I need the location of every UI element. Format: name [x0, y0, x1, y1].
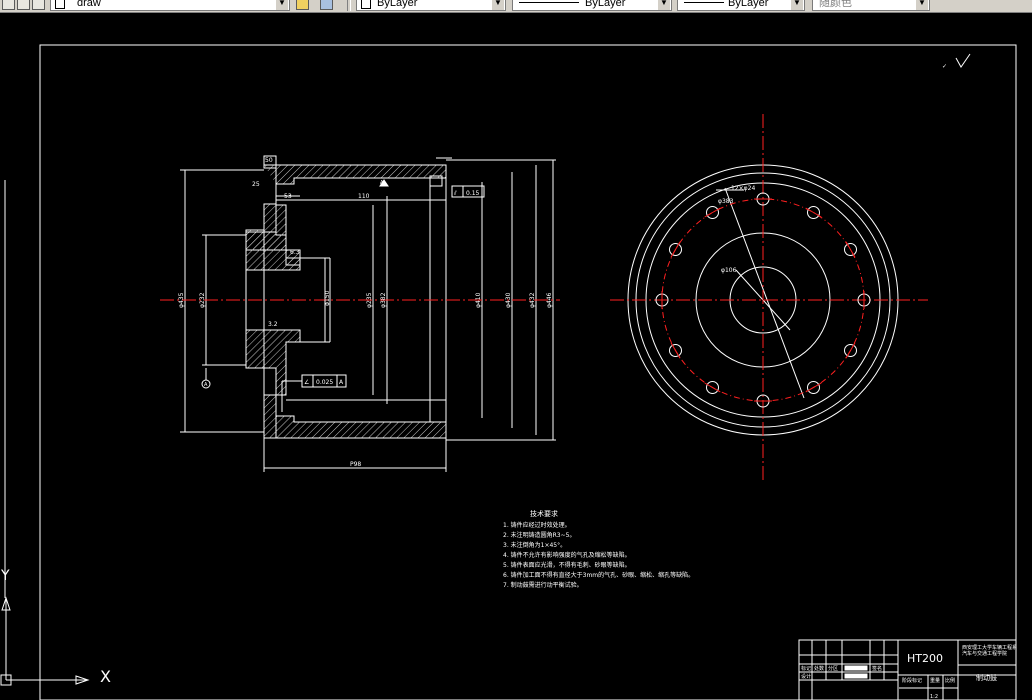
tech-req-item: 4. 铸件不允许有影响强度的气孔及缩松等缺陷。 [503, 551, 631, 559]
datum-label-a: A [204, 382, 208, 388]
section-view [180, 155, 556, 472]
layer-color-swatch [55, 0, 65, 9]
section-drum-top-wall [275, 164, 447, 185]
dim-phi432: φ432 [529, 292, 536, 308]
scale-label: 1:2 [930, 694, 938, 700]
layer-state-icon[interactable] [2, 0, 15, 10]
dim-110: 110 [358, 193, 370, 200]
lineweight-dropdown[interactable]: ByLayer ▼ [677, 0, 805, 11]
tb-label-scale: 比例 [945, 677, 955, 684]
dim-phi430: φ430 [505, 292, 512, 308]
tech-req-item: 6. 铸件加工面不得有直径大于3mm的气孔、砂眼、缩松、缩孔等缺陷。 [503, 571, 694, 579]
svg-text:✓: ✓ [942, 63, 947, 70]
tech-req-item: 5. 铸件表面应光滑，不得有毛刺、砂眼等缺陷。 [503, 561, 631, 569]
tech-req-item: 7. 制动鼓需进行动平衡试验。 [503, 581, 583, 589]
tolerance-top-symbol: ⫽ [453, 190, 457, 197]
technical-requirements: 技术要求 1. 铸件应经过时效处理。 2. 未注明铸造圆角R3~5。 3. 未注倒角… [503, 509, 694, 589]
tolerance-bottom-value: 0.025 [316, 379, 333, 386]
color-swatch [361, 0, 371, 9]
roughness-low: 3.2 [268, 321, 278, 328]
chevron-down-icon[interactable]: ▼ [791, 0, 803, 10]
layer-freeze-icon[interactable] [17, 0, 30, 10]
tb-label-count: 处数 [814, 665, 824, 672]
ucs-x-label: X [100, 667, 111, 686]
tb-label-design: 设计 [801, 673, 811, 680]
dim-phi382: φ382 [380, 292, 387, 308]
chevron-down-icon[interactable]: ▼ [916, 0, 928, 10]
section-dim-labels: φ435 φ232 φ150 φ235 φ382 φ410 φ430 φ432 … [178, 157, 553, 468]
tb-label-sign: 签名 [872, 665, 882, 672]
chevron-down-icon[interactable]: ▼ [276, 0, 288, 10]
school2-label: 汽车与交通工程学院 [962, 650, 1007, 657]
dim-phi232: φ232 [199, 292, 206, 308]
school-label: 西安理工大学车辆工程系 [962, 644, 1017, 651]
dim-phi435: φ435 [178, 292, 185, 308]
layer-previous-icon[interactable] [320, 0, 333, 10]
tb-label-mark: 标记 [801, 665, 811, 672]
dim-total-length: P98 [350, 461, 361, 468]
cad-application: draw ▼ ByLayer ▼ ByLayer ▼ ByLayer ▼ 随颜色… [0, 0, 1032, 700]
dim-phi446: φ446 [546, 292, 553, 308]
tech-req-item: 3. 未注倒角为1×45°。 [503, 541, 566, 549]
overall-roughness-symbol: ✓ [942, 53, 971, 70]
chevron-down-icon[interactable]: ▼ [658, 0, 670, 10]
section-hub-lower [245, 329, 301, 396]
chevron-down-icon[interactable]: ▼ [492, 0, 504, 10]
plotstyle-dropdown[interactable]: 随颜色 ▼ [812, 0, 930, 11]
dim-phi235: φ235 [366, 292, 373, 308]
color-dropdown-value: ByLayer [377, 0, 418, 9]
color-dropdown[interactable]: ByLayer ▼ [356, 0, 506, 11]
layer-dropdown[interactable]: draw ▼ [50, 0, 290, 11]
section-drum-bottom-wall [275, 415, 447, 439]
dim-phi410: φ410 [475, 292, 482, 308]
layer-lock-icon[interactable] [32, 0, 45, 10]
dim-phi150: φ150 [324, 290, 331, 306]
roughness-mid: 6.3 [290, 249, 300, 256]
tolerance-bottom-datum: A [339, 379, 344, 386]
ucs-icon [0, 596, 90, 686]
end-view-labels: 12×φ24 φ383 φ106 [718, 185, 755, 274]
lineweight-preview [684, 2, 724, 3]
make-current-layer-icon[interactable] [296, 0, 309, 10]
small-top-dim: 50 [265, 157, 273, 164]
material-label: HT200 [907, 652, 943, 665]
section-flange-bottom [263, 394, 277, 439]
label-center: φ106 [721, 267, 737, 274]
tb-label-weight: 重量 [930, 677, 940, 684]
linetype-dropdown[interactable]: ByLayer ▼ [512, 0, 672, 11]
tech-req-item: 2. 未注明铸造圆角R3~5。 [503, 531, 575, 539]
tech-req-title: 技术要求 [530, 509, 558, 518]
dim-53: 53 [284, 193, 292, 200]
linetype-preview [519, 2, 579, 3]
part-name-label: 制动鼓 [976, 673, 997, 682]
tolerance-top-value: 0.15 [466, 190, 480, 197]
linetype-dropdown-value: ByLayer [585, 0, 626, 9]
label-holes: 12×φ24 [731, 185, 755, 192]
tolerance-bottom-symbol: ∠ [304, 379, 309, 386]
tb-label-zone: 分区 [828, 665, 838, 672]
roughness-top: 25 [252, 181, 260, 188]
tech-req-item: 1. 铸件应经过时效处理。 [503, 521, 571, 529]
drawing-frame [39, 44, 1017, 700]
plotstyle-dropdown-value: 随颜色 [819, 0, 852, 9]
layer-dropdown-value: draw [77, 0, 101, 9]
model-space-canvas[interactable]: φ435 φ232 φ150 φ235 φ382 φ410 φ430 φ432 … [0, 12, 1032, 700]
label-pcd: φ383 [718, 198, 734, 205]
tb-label-stage: 阶段标记 [902, 677, 922, 684]
toolbar-separator [347, 0, 351, 11]
lineweight-dropdown-value: ByLayer [728, 0, 769, 9]
datum-top-label: A [380, 180, 384, 186]
